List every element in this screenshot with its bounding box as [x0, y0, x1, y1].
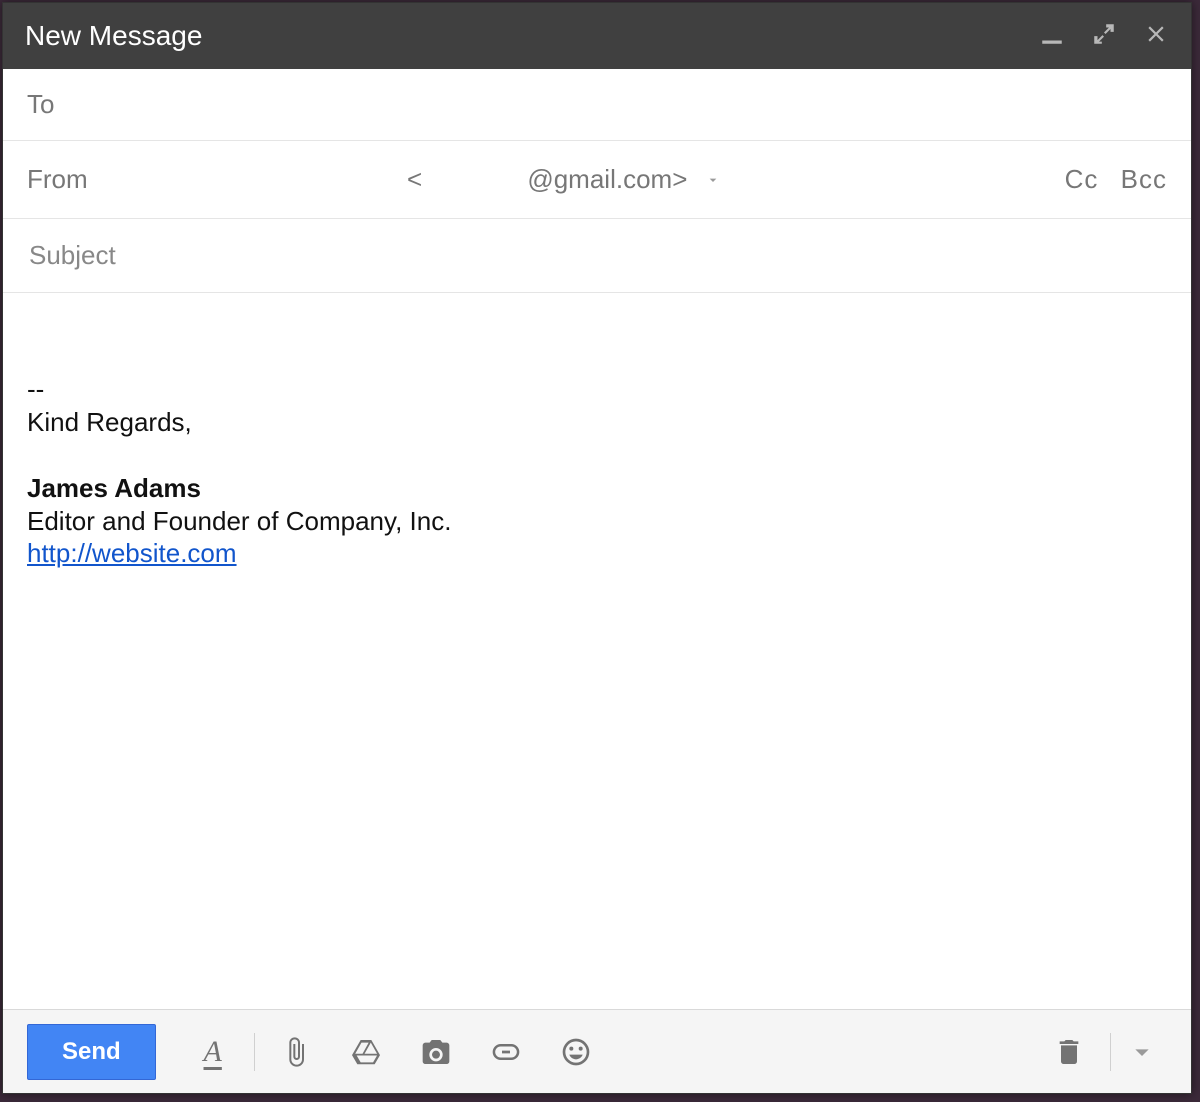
camera-icon — [420, 1036, 452, 1068]
drive-button[interactable] — [331, 1024, 401, 1080]
emoji-button[interactable] — [541, 1024, 611, 1080]
close-icon[interactable] — [1143, 21, 1169, 52]
link-icon — [490, 1036, 522, 1068]
cc-button[interactable]: Cc — [1065, 164, 1099, 194]
message-body[interactable]: -- Kind Regards, James Adams Editor and … — [3, 293, 1191, 1009]
compose-toolbar: Send A — [3, 1009, 1191, 1093]
to-label: To — [27, 89, 54, 120]
cc-bcc-controls: Cc Bcc — [1051, 164, 1167, 195]
signature-separator: -- — [27, 373, 1167, 406]
to-row[interactable]: To — [3, 69, 1191, 141]
photo-button[interactable] — [401, 1024, 471, 1080]
from-email[interactable]: @gmail.com> — [426, 164, 687, 195]
trash-icon — [1053, 1036, 1085, 1068]
signature-name: James Adams — [27, 472, 1167, 505]
more-options-button[interactable] — [1117, 1024, 1167, 1080]
from-angle-open: < — [407, 164, 422, 195]
popout-icon[interactable] — [1091, 21, 1117, 52]
from-email-text: @gmail.com> — [527, 164, 687, 194]
titlebar: New Message — [3, 3, 1191, 69]
smile-icon — [560, 1036, 592, 1068]
formatting-button[interactable]: A — [178, 1024, 248, 1080]
minimize-icon[interactable] — [1039, 21, 1065, 52]
format-a-icon: A — [204, 1035, 222, 1069]
compose-window: New Message To From < @gmail.com> — [2, 2, 1192, 1094]
discard-button[interactable] — [1034, 1024, 1104, 1080]
signature-title: Editor and Founder of Company, Inc. — [27, 505, 1167, 538]
send-button[interactable]: Send — [27, 1024, 156, 1080]
window-controls — [1039, 21, 1169, 52]
from-dropdown-icon[interactable] — [705, 172, 721, 188]
window-title: New Message — [25, 20, 1039, 52]
bcc-button[interactable]: Bcc — [1121, 164, 1167, 194]
drive-icon — [350, 1036, 382, 1068]
toolbar-divider-2 — [1110, 1033, 1111, 1071]
subject-row[interactable] — [3, 219, 1191, 293]
paperclip-icon — [280, 1036, 312, 1068]
link-button[interactable] — [471, 1024, 541, 1080]
subject-input[interactable] — [27, 239, 1167, 272]
toolbar-divider — [254, 1033, 255, 1071]
chevron-down-icon — [1126, 1036, 1158, 1068]
signature-link[interactable]: http://website.com — [27, 538, 237, 568]
from-label: From — [27, 164, 407, 195]
signature-closing: Kind Regards, — [27, 406, 1167, 439]
attach-button[interactable] — [261, 1024, 331, 1080]
from-row: From < @gmail.com> Cc Bcc — [3, 141, 1191, 219]
header-fields: To From < @gmail.com> Cc Bcc — [3, 69, 1191, 293]
